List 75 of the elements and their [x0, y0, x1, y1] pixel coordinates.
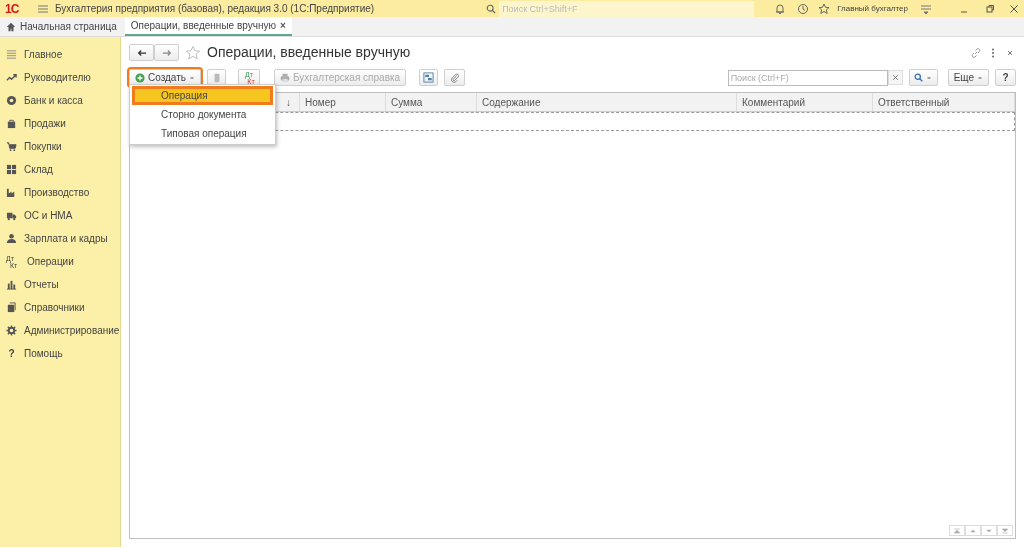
sidebar-item[interactable]: Продажи	[24, 116, 66, 131]
column-header[interactable]: Номер	[305, 94, 336, 110]
settings-menu-icon[interactable]	[920, 2, 932, 15]
bell-icon[interactable]	[774, 2, 787, 15]
menu-item[interactable]: Операция	[132, 86, 273, 105]
scroll-top-icon[interactable]	[953, 526, 961, 535]
column-header[interactable]: Ответственный	[878, 94, 950, 110]
cart-icon	[6, 141, 17, 152]
caret-icon	[926, 74, 933, 81]
sidebar-item[interactable]: Операции	[27, 254, 74, 269]
close-tab-button[interactable]: ×	[279, 18, 286, 33]
structure-button[interactable]	[419, 69, 439, 86]
sidebar-item[interactable]: Банк и касса	[24, 93, 83, 108]
column-header[interactable]: Сумма	[391, 94, 423, 110]
help-icon: ?	[6, 348, 17, 359]
clear-icon[interactable]	[891, 74, 899, 81]
arrow-right-icon	[161, 47, 172, 58]
sidebar-item[interactable]: Склад	[24, 162, 53, 177]
tab[interactable]: Операции, введенные вручную ×	[124, 17, 292, 36]
hierarchy-icon	[423, 72, 435, 83]
link-icon[interactable]	[970, 46, 982, 59]
person-icon	[6, 233, 17, 244]
sidebar-item[interactable]: Отчеты	[24, 277, 59, 292]
caret-icon	[977, 74, 983, 81]
menu-item[interactable]: Типовая операция	[132, 124, 273, 143]
bar-chart-icon	[6, 279, 17, 290]
sidebar-item[interactable]: Главное	[24, 47, 63, 62]
bag-icon	[6, 118, 17, 129]
menu-icon	[6, 49, 17, 60]
global-search-field[interactable]: Поиск Ctrl+Shift+F	[499, 0, 755, 17]
app-title: Бухгалтерия предприятия (базовая), редакция 3.0 (1С:Предприятие)	[55, 2, 375, 16]
home-icon	[6, 21, 16, 32]
help-button[interactable]: ?	[995, 69, 1016, 86]
user-name[interactable]: Главный бухгалтер	[837, 2, 908, 15]
books-icon	[6, 302, 17, 313]
restore-icon[interactable]	[984, 2, 996, 15]
paperclip-icon	[449, 72, 460, 83]
attachment-button[interactable]	[444, 69, 466, 86]
sidebar-item[interactable]: Помощь	[24, 346, 63, 361]
printer-icon	[280, 72, 290, 83]
back-button[interactable]	[129, 44, 154, 61]
column-header[interactable]: Содержание	[482, 94, 541, 110]
search-button[interactable]	[908, 69, 938, 86]
tab[interactable]: Начальная страница	[0, 17, 123, 36]
factory-icon	[6, 187, 17, 198]
close-icon[interactable]	[1008, 2, 1020, 15]
gear-icon	[6, 325, 17, 336]
star-icon[interactable]	[185, 44, 201, 61]
form-title: Операции, введенные вручную	[207, 43, 411, 62]
more-button[interactable]: Еще	[947, 69, 989, 86]
coin-icon	[6, 95, 17, 106]
truck-icon	[6, 210, 17, 221]
sort-indicator[interactable]: ↓	[286, 94, 291, 110]
sidebar-item[interactable]: Покупки	[24, 139, 62, 154]
trend-icon	[6, 72, 17, 83]
sidebar-item[interactable]: Администрирование	[24, 323, 120, 338]
grid-icon	[6, 164, 17, 175]
sidebar-item[interactable]: Зарплата и кадры	[24, 231, 108, 246]
search-field[interactable]: Поиск (Ctrl+F)	[727, 69, 888, 86]
sidebar-item[interactable]: Руководителю	[24, 70, 91, 85]
plus-icon	[135, 72, 145, 83]
sidebar-item[interactable]: Производство	[24, 185, 90, 200]
forward-button[interactable]	[154, 44, 179, 61]
scroll-bottom-icon[interactable]	[1001, 526, 1009, 535]
arrow-left-icon	[136, 47, 147, 58]
sidebar-item[interactable]: Справочники	[24, 300, 85, 315]
app-logo: 1С	[5, 0, 20, 18]
history-icon[interactable]	[797, 2, 810, 15]
menu-item[interactable]: Сторно документа	[132, 105, 273, 124]
search-icon	[914, 73, 924, 82]
sidebar-item[interactable]: ОС и НМА	[24, 208, 73, 223]
star-icon[interactable]	[818, 2, 831, 15]
column-header[interactable]: Комментарий	[742, 94, 805, 110]
caret-icon	[189, 74, 195, 81]
search-icon	[486, 3, 497, 14]
